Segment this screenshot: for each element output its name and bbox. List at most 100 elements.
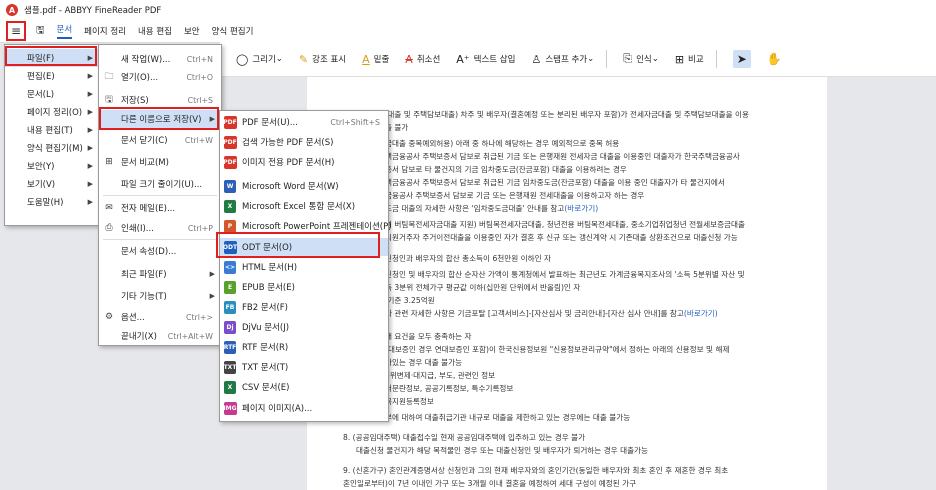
pdf-icon: PDF bbox=[223, 135, 237, 149]
menu-item-powerpoint[interactable]: P Microsoft PowerPoint 프레젠테이션(P) bbox=[220, 217, 392, 235]
menu-item-document-properties[interactable]: 문서 속성(D)... bbox=[99, 242, 221, 260]
menu-item-security[interactable]: 보안(Y) ▶ bbox=[5, 157, 99, 175]
powerpoint-icon: P bbox=[224, 219, 236, 233]
menu-item-image-only-pdf[interactable]: PDF 이미지 전용 PDF 문서(H) bbox=[220, 153, 388, 171]
recognize-icon: ⎘ bbox=[623, 52, 633, 65]
menu-item-close-document[interactable]: 문서 닫기(C) Ctrl+W bbox=[99, 131, 221, 149]
app-logo-icon: A bbox=[6, 4, 18, 16]
doc-line: 8. (공공임대주택) 대출접수일 현재 공공임대주택에 입주하고 있는 경우 … bbox=[343, 433, 586, 442]
doc-line: 대출신청 물건지가 해당 목적물인 경우 또는 대출신청인 및 배우자가 퇴거하… bbox=[356, 446, 649, 455]
shortcut-link[interactable]: (바로가기) bbox=[564, 204, 598, 213]
menu-item-compare-documents[interactable]: ⊞ 문서 비교(M) bbox=[99, 153, 221, 171]
pdf-icon: PDF bbox=[223, 155, 237, 169]
menu-separator bbox=[103, 239, 217, 240]
menu-content-edit[interactable]: 내용 편집 bbox=[138, 25, 172, 37]
doc-line: 소득 3분위 전체가구 평균값 이하(십만원 단위에서 반올림)인 자 bbox=[378, 283, 581, 292]
shortcut-link[interactable]: (바로가기) bbox=[684, 309, 718, 318]
insert-text-button[interactable]: A⁺ 텍스트 삽입 bbox=[456, 53, 515, 66]
menu-item-options[interactable]: ⚙ 옵션... Ctrl+> bbox=[99, 308, 221, 326]
menu-item-page-image[interactable]: IMG 페이지 이미지(A)... bbox=[220, 399, 388, 417]
menu-item-word-document[interactable]: W Microsoft Word 문서(W) bbox=[220, 177, 388, 195]
doc-line: 택금융공사 주택보증서 담보로 기금 또는 은행재원 전세대출을 이용하고자 하… bbox=[378, 191, 645, 200]
underline-icon: A bbox=[362, 52, 370, 66]
menu-item-reduce-file-size[interactable]: 파일 크기 줄이기(U)... bbox=[99, 175, 221, 193]
hamburger-icon: ≡ bbox=[10, 24, 22, 38]
doc-line-with-link[interactable]: 중도금 대출의 자세한 사항은 '임차중도금대출' 안내를 참고(바로가기) bbox=[378, 203, 598, 214]
menu-form-editor[interactable]: 양식 편집기 bbox=[212, 25, 254, 37]
menu-item-document[interactable]: 문서(L) ▶ bbox=[5, 85, 99, 103]
menu-item-edit[interactable]: 편집(E) ▶ bbox=[5, 67, 99, 85]
menu-security[interactable]: 보안 bbox=[184, 25, 200, 37]
toolbar-divider bbox=[715, 50, 717, 68]
djvu-icon: Dj bbox=[224, 320, 236, 334]
menu-documents[interactable]: 문서 bbox=[56, 23, 73, 39]
menu-item-new-task[interactable]: 새 작업(W)... Ctrl+N bbox=[99, 50, 221, 68]
save-icon[interactable]: 🖫 bbox=[36, 23, 45, 40]
doc-line: 고시원거주자 주거이전대출을 이용중인 자가 결혼 후 신규 또는 갱신계약 시… bbox=[378, 233, 738, 242]
strikethrough-button[interactable]: A 취소선 bbox=[405, 53, 440, 66]
menu-item-other-features[interactable]: 기타 기능(T) ▶ bbox=[99, 287, 221, 305]
cursor-icon: ➤ bbox=[736, 52, 747, 66]
doc-line: 주택금융공사 주택보증서 담보로 취급된 기금 임차중도금(잔금포함) 대출을 … bbox=[378, 178, 725, 187]
doc-line: 질서문란정보, 공공기록정보, 특수기록정보 bbox=[378, 384, 514, 393]
draw-button[interactable]: ◯ 그리기 ⌄ bbox=[236, 53, 283, 66]
add-stamp-button[interactable]: ♙ 스탬프 추가 ⌄ bbox=[531, 53, 594, 66]
insert-text-icon: A⁺ bbox=[456, 52, 470, 66]
rtf-icon: RTF bbox=[223, 340, 237, 354]
chevron-right-icon: ▶ bbox=[87, 162, 93, 170]
menu-item-fb2-document[interactable]: FB FB2 문서(F) bbox=[220, 298, 388, 316]
menu-item-form-editor[interactable]: 양식 편집기(M) ▶ bbox=[5, 139, 99, 157]
underline-button[interactable]: A 밑줄 bbox=[362, 53, 389, 66]
highlight-button[interactable]: ✎ 강조 표시 bbox=[299, 53, 346, 66]
menu-item-searchable-pdf[interactable]: PDF 검색 가능한 PDF 문서(S) bbox=[220, 133, 388, 151]
menu-item-save-as[interactable]: 다른 이름으로 저장(V) ▶ bbox=[99, 110, 221, 128]
chevron-right-icon: ▶ bbox=[87, 144, 93, 152]
file-submenu: 새 작업(W)... Ctrl+N 🗀 열기(O)... Ctrl+O 🖫 저장(S) C… bbox=[98, 44, 222, 346]
compare-button[interactable]: ⊞ 비교 bbox=[675, 53, 704, 66]
menu-item-exit[interactable]: 끝내기(X) Ctrl+Alt+W bbox=[99, 327, 221, 345]
doc-line: 9. (신혼가구) 혼인관계증명서상 신청인과 그의 현재 배우자와의 혼인기간… bbox=[343, 466, 729, 475]
menu-item-file[interactable]: 파일(F) ▶ bbox=[5, 49, 99, 67]
hamburger-menu-button[interactable]: ≡ bbox=[6, 21, 26, 41]
menu-item-excel-workbook[interactable]: X Microsoft Excel 통합 문서(X) bbox=[220, 197, 388, 215]
chevron-right-icon: ▶ bbox=[87, 54, 93, 62]
menu-item-epub-document[interactable]: E EPUB 문서(E) bbox=[220, 278, 388, 296]
hand-tool-button[interactable]: ✋ bbox=[767, 52, 782, 66]
menu-item-csv-document[interactable]: X CSV 문서(E) bbox=[220, 378, 388, 396]
menu-item-pdf-document[interactable]: PDF PDF 문서(U)... Ctrl+Shift+S bbox=[220, 113, 388, 131]
menu-item-open[interactable]: 🗀 열기(O)... Ctrl+O bbox=[99, 68, 221, 86]
strikethrough-icon: A bbox=[405, 52, 413, 66]
odt-icon: ODT bbox=[223, 240, 237, 254]
title-bar: A 샘플.pdf - ABBYY FineReader PDF bbox=[0, 0, 936, 20]
window-title: 샘플.pdf - ABBYY FineReader PDF bbox=[24, 6, 162, 16]
menu-item-view[interactable]: 보기(V) ▶ bbox=[5, 175, 99, 193]
menu-item-txt-document[interactable]: TXT TXT 문서(T) bbox=[220, 358, 388, 376]
menu-item-rtf-document[interactable]: RTF RTF 문서(R) bbox=[220, 338, 388, 356]
doc-line: 남아있는 경우 대출 불가능 bbox=[378, 358, 463, 367]
doc-line: 출신청인과 배우자의 합산 총소득이 6천만원 이하인 자 bbox=[378, 254, 552, 263]
doc-line: 주택금융공사 주택보증서 담보로 취급된 기금 또는 은행재원 전세자금 대출을… bbox=[378, 152, 740, 161]
menu-item-recent-files[interactable]: 최근 파일(F) ▶ bbox=[99, 265, 221, 283]
menu-item-print[interactable]: ⎙ 인쇄(I)... Ctrl+P bbox=[99, 219, 221, 237]
doc-line-with-link[interactable]: 심사 관련 자세한 사항은 기금포탈 [고객서비스]-[자산심사 및 금리안내]… bbox=[378, 308, 718, 319]
fb2-icon: FB bbox=[224, 300, 236, 314]
menu-item-odt-document[interactable]: ODT ODT 문서(O) bbox=[220, 238, 388, 256]
select-cursor-button[interactable]: ➤ bbox=[732, 50, 751, 68]
menu-item-djvu-document[interactable]: Dj DjVu 문서(J) bbox=[220, 318, 388, 336]
menu-item-email[interactable]: ✉ 전자 메일(E)... bbox=[99, 199, 221, 217]
menu-item-help[interactable]: 도움말(H) ▶ bbox=[5, 193, 99, 211]
save-icon: 🖫 bbox=[105, 95, 113, 105]
recognize-button[interactable]: ⎘ 인식 ⌄ bbox=[623, 52, 659, 66]
menu-bar: ≡ 🖫 문서 페이지 정리 내용 편집 보안 양식 편집기 bbox=[0, 20, 936, 43]
menu-item-page-organize[interactable]: 페이지 정리(O) ▶ bbox=[5, 103, 99, 121]
save-as-submenu: PDF PDF 문서(U)... Ctrl+Shift+S PDF 검색 가능한 PD… bbox=[219, 110, 392, 422]
image-icon: IMG bbox=[223, 401, 237, 415]
menu-page-organize[interactable]: 페이지 정리 bbox=[84, 25, 126, 37]
menu-item-html-document[interactable]: <> HTML 문서(H) bbox=[220, 258, 388, 276]
chevron-right-icon: ▶ bbox=[209, 270, 215, 278]
doc-line: 기형 버팀목전세자금대출 지원) 버팀목전세자금대출, 청년전용 버팀목전세대출… bbox=[378, 220, 746, 229]
menu-item-content-edit[interactable]: 내용 편집(T) ▶ bbox=[5, 121, 99, 139]
highlight-icon: ✎ bbox=[298, 52, 309, 66]
excel-icon: X bbox=[224, 199, 236, 213]
menu-item-save[interactable]: 🖫 저장(S) Ctrl+S bbox=[99, 91, 221, 109]
